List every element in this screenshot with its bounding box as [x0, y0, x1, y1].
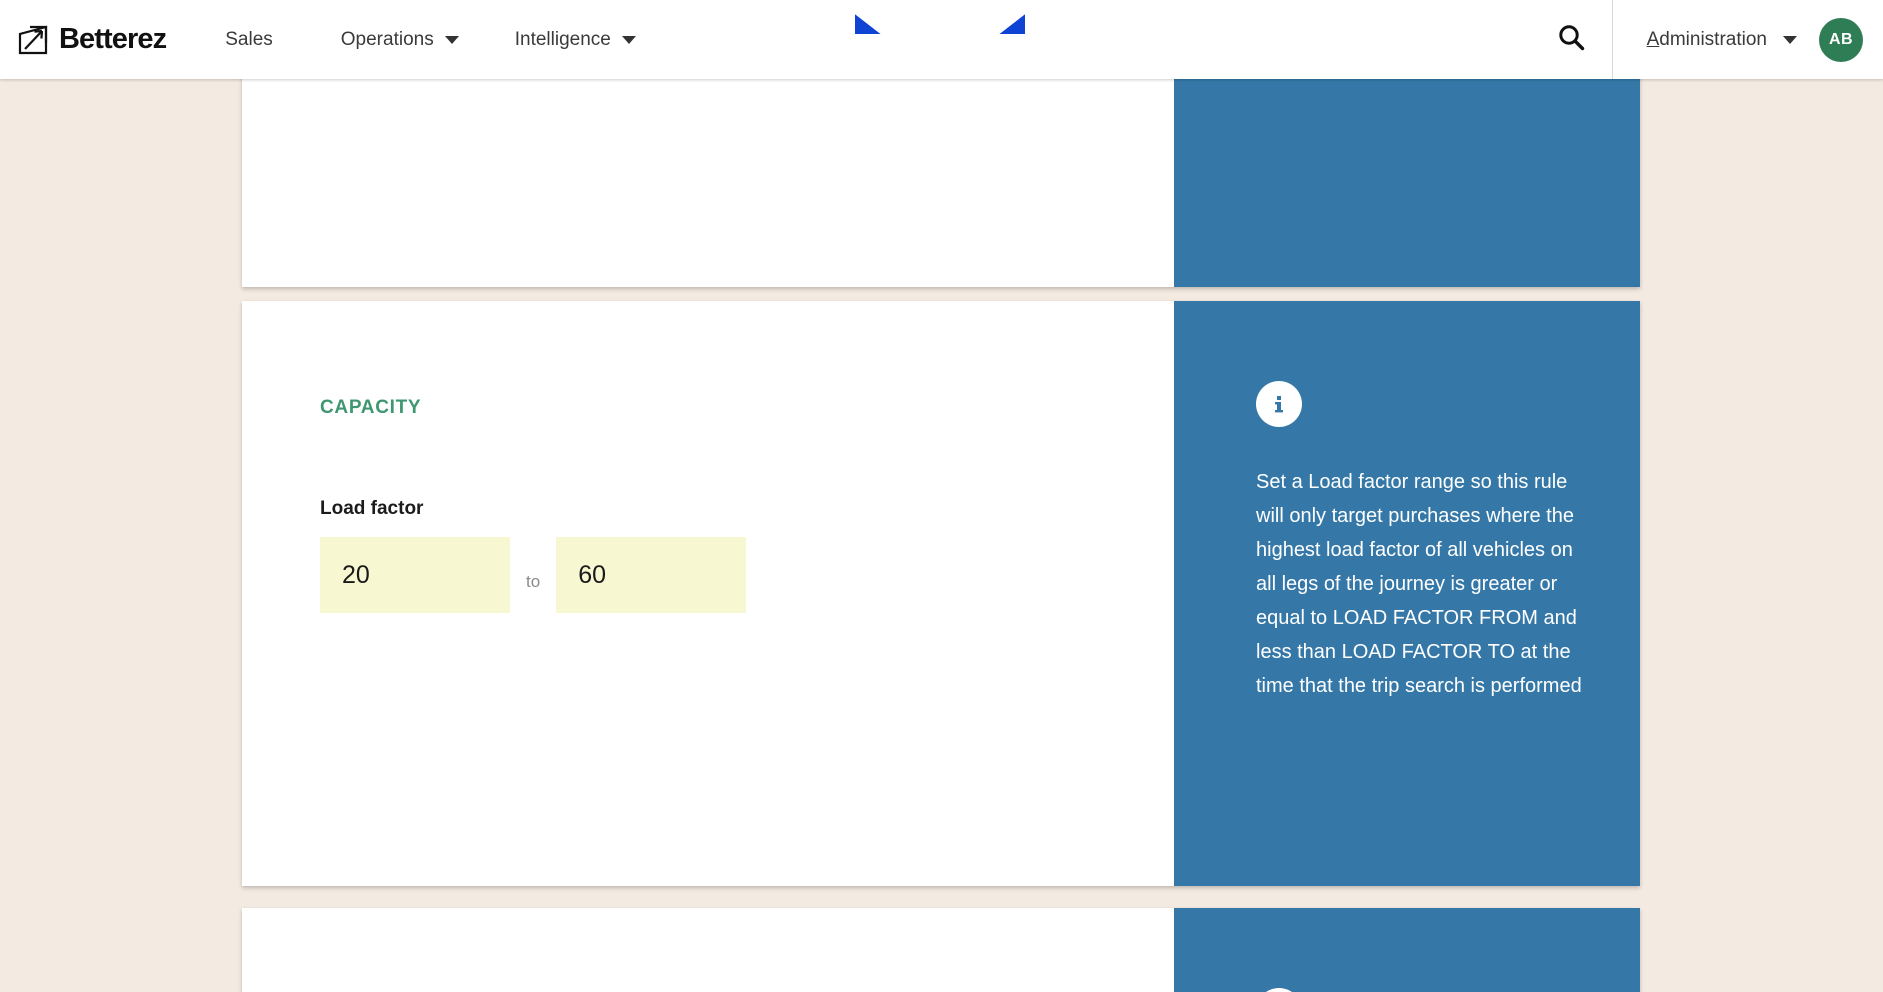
chevron-down-icon — [621, 35, 636, 44]
header-right-cluster: Administration AB — [1530, 0, 1883, 79]
administration-accesskey-letter: A — [1646, 28, 1660, 50]
nav-item-label: Sales — [225, 28, 273, 50]
search-button[interactable] — [1530, 22, 1612, 57]
load-factor-range-row: to — [320, 537, 1174, 613]
card-custom-fields: CUSTOM FIELDS — [242, 908, 1640, 992]
nav-item-label: Intelligence — [514, 28, 611, 50]
administration-menu-label: Administration — [1647, 29, 1767, 51]
load-factor-label: Load factor — [320, 498, 424, 519]
info-circle-icon — [1256, 988, 1302, 992]
page-content: CAPACITY Load factor to Set a Load facto… — [0, 79, 1883, 992]
administration-label-rest: dministration — [1659, 28, 1767, 50]
chevron-down-icon — [444, 35, 459, 44]
chevron-down-icon — [1783, 35, 1797, 44]
sandbox-badge-label: SANDBOX — [890, 6, 990, 27]
nav-item-operations[interactable]: Operations — [313, 0, 487, 79]
primary-nav: Sales Operations Intelligence — [225, 0, 664, 79]
avatar[interactable]: AB — [1819, 17, 1863, 62]
nav-item-sales[interactable]: Sales — [225, 0, 313, 79]
load-factor-from-input[interactable] — [320, 537, 510, 613]
card-previous-section — [242, 79, 1640, 287]
card-custom-fields-aside — [1174, 908, 1640, 992]
administration-menu[interactable]: Administration — [1613, 29, 1819, 51]
sandbox-environment-badge: SANDBOX — [855, 0, 1025, 34]
card-capacity: CAPACITY Load factor to Set a Load facto… — [242, 301, 1640, 886]
range-separator-label: to — [526, 572, 541, 591]
load-factor-to-input[interactable] — [556, 537, 747, 613]
capacity-help-text: Set a Load factor range so this rule wil… — [1256, 471, 1582, 697]
card-custom-fields-body: CUSTOM FIELDS — [242, 908, 1174, 992]
info-circle-icon — [1256, 381, 1302, 427]
section-title-capacity: CAPACITY — [320, 397, 422, 418]
app-header: Betterez Sales Operations Intelligence S… — [0, 0, 1883, 79]
arrow-up-right-square-icon — [18, 25, 48, 55]
brand-logo-link[interactable]: Betterez — [18, 23, 167, 55]
card-previous-section-body — [242, 79, 1174, 287]
nav-item-label: Operations — [340, 28, 434, 50]
brand-name: Betterez — [59, 23, 167, 55]
nav-item-intelligence[interactable]: Intelligence — [487, 0, 664, 79]
card-capacity-body: CAPACITY Load factor to — [242, 301, 1174, 886]
card-previous-section-aside — [1174, 79, 1640, 287]
card-capacity-aside: Set a Load factor range so this rule wil… — [1174, 301, 1640, 886]
search-icon — [1556, 22, 1586, 57]
